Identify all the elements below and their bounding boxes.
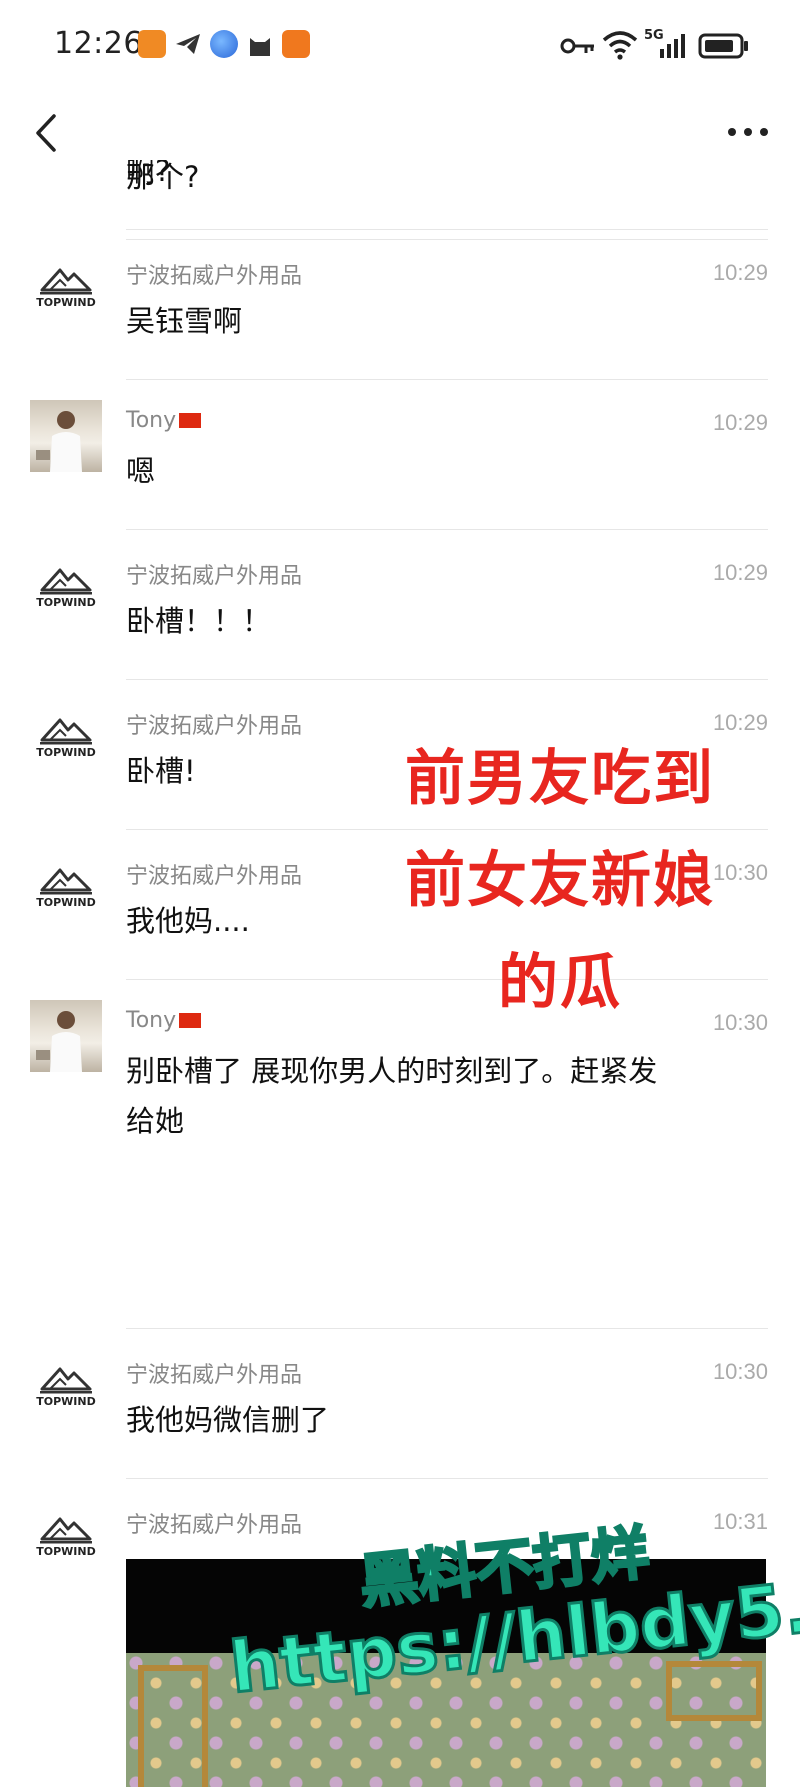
message-divider xyxy=(126,529,768,530)
china-flag-icon xyxy=(179,413,202,428)
message-text-line: 吴钰雪啊 xyxy=(126,304,243,338)
message-divider xyxy=(126,679,768,680)
message-text: 卧槽！！！ xyxy=(126,596,766,646)
key-icon xyxy=(560,38,594,54)
message-sender: 宁波拓威户外用品 xyxy=(126,564,303,589)
message-sender: 宁波拓威户外用品 xyxy=(126,264,303,289)
reminder-app-icon xyxy=(138,30,166,58)
telegram-icon xyxy=(176,34,200,54)
message-divider xyxy=(126,239,768,240)
message-time: 10:29 xyxy=(712,410,768,435)
message-divider xyxy=(126,379,768,380)
status-bar: 12:26 5G xyxy=(0,0,800,92)
message-text: 吴钰雪啊 xyxy=(126,296,766,346)
message-sender: 宁波拓威户外用品 xyxy=(126,714,303,739)
chevron-left-icon[interactable] xyxy=(24,108,70,158)
message-text-line: 别卧槽了 展现你男人的时刻到了。赶紧发 xyxy=(126,1054,658,1088)
message-divider xyxy=(126,229,768,230)
overlay-caption: 前男友吃到 前女友新娘 的瓜 xyxy=(360,728,760,1034)
avatar-logo-label: TOPWIND xyxy=(36,896,96,909)
more-dots-icon[interactable] xyxy=(720,110,776,154)
signal-icon xyxy=(660,34,685,58)
message-text: 别卧槽了 展现你男人的时刻到了。赶紧发 给她 xyxy=(126,1046,766,1146)
overlay-caption-line: 前男友吃到 xyxy=(405,744,715,814)
message-sender: 宁波拓威户外用品 xyxy=(126,864,303,889)
avatar-logo-label: TOPWIND xyxy=(36,596,96,609)
message-divider xyxy=(126,1328,768,1329)
avatar-tony[interactable] xyxy=(30,400,102,472)
message-text: 嗯 xyxy=(126,446,766,496)
orange-app-icon xyxy=(282,30,310,58)
avatar-topwind[interactable]: TOPWIND xyxy=(30,550,102,622)
avatar-topwind[interactable]: TOPWIND xyxy=(30,1499,102,1571)
message-sender: 宁波拓威户外用品 xyxy=(126,1363,303,1388)
overlay-caption-line: 前女友新娘 xyxy=(405,846,715,916)
battery-icon xyxy=(698,33,748,59)
avatar-logo-label: TOPWIND xyxy=(36,1545,96,1558)
message-time: 10:30 xyxy=(712,1359,768,1384)
avatar-topwind[interactable]: TOPWIND xyxy=(30,1349,102,1421)
message-text-line: 卧槽！！！ xyxy=(126,604,272,638)
message-text: 啊? xyxy=(126,160,766,196)
avatar-logo-label: TOPWIND xyxy=(36,1395,96,1408)
message-sender: Tony xyxy=(126,1008,202,1033)
avatar-topwind[interactable]: TOPWIND xyxy=(30,250,102,322)
browser-icon xyxy=(210,30,238,58)
avatar-topwind[interactable]: TOPWIND xyxy=(30,700,102,772)
message-divider xyxy=(126,1478,768,1479)
cat-app-icon xyxy=(250,38,270,56)
avatar-logo-label: TOPWIND xyxy=(36,746,96,759)
status-time: 12:26 xyxy=(54,26,143,61)
wifi-icon xyxy=(602,31,638,60)
overlay-caption-line: 的瓜 xyxy=(498,948,622,1018)
image-frame xyxy=(138,1665,208,1787)
message-text-line: 给她 xyxy=(126,1104,185,1138)
message-text: 我他妈微信删了 xyxy=(126,1395,766,1445)
message-time: 10:29 xyxy=(712,260,768,285)
avatar-logo-label: TOPWIND xyxy=(36,296,96,309)
avatar-tony[interactable] xyxy=(30,1000,102,1072)
message-text-line: 嗯 xyxy=(126,454,156,488)
avatar-topwind[interactable]: TOPWIND xyxy=(30,850,102,922)
avatar-topwind[interactable]: TOPWIND xyxy=(30,160,102,172)
message-text-line: 啊? xyxy=(126,160,171,188)
china-flag-icon xyxy=(179,1013,202,1028)
message-sender: Tony xyxy=(126,408,202,433)
message-sender: 宁波拓威户外用品 xyxy=(126,1513,303,1538)
message-time: 10:29 xyxy=(712,560,768,585)
message-text-line: 我他妈微信删了 xyxy=(126,1403,330,1437)
